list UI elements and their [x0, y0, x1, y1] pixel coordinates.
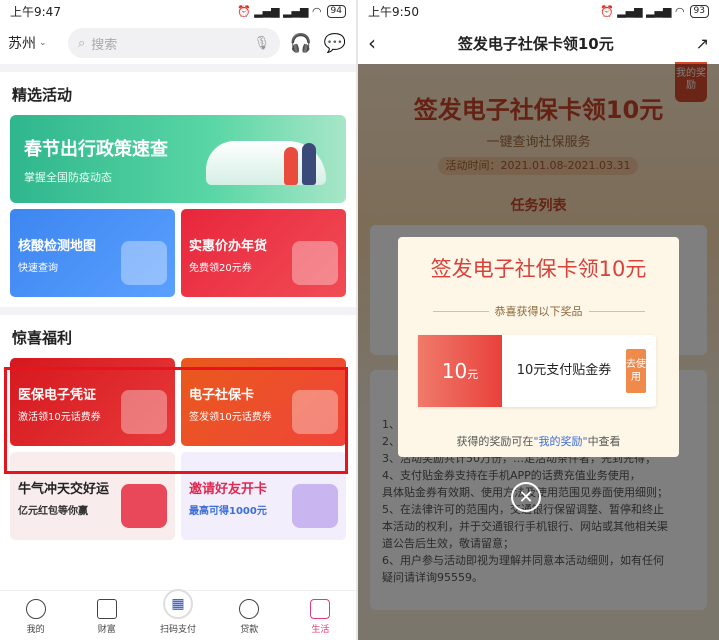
status-bar: 上午9:50 ⏰ ▂▄▆ ▂▄▆ ◠ 93	[358, 0, 719, 22]
chevron-down-icon: ⌄	[39, 38, 47, 48]
dialog-footer: 获得的奖励可在"我的奖励"中查看	[398, 433, 679, 449]
coupon-amount: 10 元	[418, 335, 502, 407]
tab-mine[interactable]: 我的	[0, 591, 71, 640]
use-coupon-button[interactable]: 去使用	[626, 349, 646, 393]
search-icon: ⌕	[78, 35, 86, 51]
reward-dialog: 签发电子社保卡领10元 恭喜获得以下奖品 10 元 10元支付贴金券 去使用 获…	[398, 237, 679, 457]
bottom-tab-bar: 我的 财富 ▦ 扫码支付 贷款 生活	[0, 589, 356, 640]
city-name: 苏州	[8, 36, 36, 52]
bag-icon	[310, 599, 331, 619]
featured-cards: 核酸检测地图 快速查询 实惠价办年货 免费领20元券	[10, 209, 346, 297]
highlight-box	[4, 367, 348, 474]
status-time: 上午9:47	[10, 4, 61, 19]
gift-icon	[292, 241, 338, 285]
tab-label: 我的	[26, 625, 45, 635]
status-icons: ⏰ ▂▄▆ ▂▄▆ ◠ 94	[237, 4, 346, 18]
section-title: 精选活动	[12, 86, 73, 104]
coupon-value: 10	[441, 359, 468, 383]
close-icon[interactable]: ✕	[511, 482, 541, 512]
divider-line	[588, 310, 645, 312]
status-icons: ⏰ ▂▄▆ ▂▄▆ ◠ 93	[600, 4, 709, 18]
battery-icon: 94	[326, 4, 346, 18]
status-bar: 上午9:47 ⏰ ▂▄▆ ▂▄▆ ◠ 94	[0, 0, 356, 22]
coupon-card: 10 元 10元支付贴金券 去使用	[418, 335, 656, 407]
back-icon[interactable]: ‹	[368, 31, 376, 55]
wallet-icon	[96, 599, 117, 619]
tab-scan-pay[interactable]: ▦ 扫码支付	[142, 589, 213, 640]
message-icon[interactable]: 💬	[322, 30, 348, 56]
spring-travel-banner[interactable]: 春节出行政策速查 掌握全国防疫动态	[10, 115, 346, 203]
person-illustration	[302, 143, 316, 185]
dialog-subtitle: 恭喜获得以下奖品	[494, 305, 583, 318]
divider-line	[432, 310, 489, 312]
card-icon	[292, 484, 338, 528]
new-year-shopping-card[interactable]: 实惠价办年货 免费领20元券	[181, 209, 346, 297]
tab-label: 财富	[97, 625, 116, 635]
yen-icon	[239, 599, 260, 619]
dialog-subtitle-row: 恭喜获得以下奖品	[398, 303, 679, 319]
tab-loan[interactable]: 贷款	[214, 591, 285, 640]
status-time: 上午9:50	[368, 4, 419, 19]
featured-section: 精选活动 春节出行政策速查 掌握全国防疫动态 核酸检测地图 快速查询 实惠价办年…	[0, 72, 356, 307]
tab-label: 贷款	[240, 625, 259, 635]
section-title: 惊喜福利	[12, 329, 73, 347]
qr-icon: ▦	[163, 589, 193, 619]
person-illustration	[121, 484, 167, 528]
tab-label: 扫码支付	[160, 625, 197, 635]
nucleic-test-map-card[interactable]: 核酸检测地图 快速查询	[10, 209, 175, 297]
dialog-title: 签发电子社保卡领10元	[430, 257, 647, 281]
mic-icon[interactable]: 🎙	[253, 36, 270, 51]
page-title: 签发电子社保卡领10元	[457, 34, 614, 53]
tab-wealth[interactable]: 财富	[71, 591, 142, 640]
battery-icon: 93	[689, 4, 709, 18]
tab-label: 生活	[311, 625, 330, 635]
share-icon[interactable]: ↗	[696, 34, 709, 53]
footer-text: 中查看	[587, 435, 621, 448]
activity-screen: 上午9:50 ⏰ ▂▄▆ ▂▄▆ ◠ 93 ‹ 签发电子社保卡领10元 ↗ 签发…	[358, 0, 719, 640]
city-selector[interactable]: 苏州 ⌄	[8, 33, 60, 53]
smile-icon	[25, 599, 46, 619]
coupon-description: 10元支付贴金券	[516, 363, 612, 378]
signal-icon: ⏰ ▂▄▆ ▂▄▆ ◠	[237, 4, 322, 18]
signal-icon: ⏰ ▂▄▆ ▂▄▆ ◠	[600, 4, 685, 18]
search-placeholder: 搜索	[91, 37, 118, 53]
top-header: 苏州 ⌄ ⌕ 搜索 🎙 🎧 💬	[0, 22, 356, 64]
tab-life[interactable]: 生活	[285, 591, 356, 640]
my-prize-link[interactable]: "我的奖励"	[533, 435, 587, 448]
person-illustration	[284, 147, 298, 185]
home-screen: 上午9:47 ⏰ ▂▄▆ ▂▄▆ ◠ 94 苏州 ⌄ ⌕ 搜索 🎙 🎧 💬 精选…	[0, 0, 356, 640]
footer-text: 获得的奖励可在	[456, 435, 534, 448]
map-icon	[121, 241, 167, 285]
headset-icon[interactable]: 🎧	[288, 30, 314, 56]
page-header: ‹ 签发电子社保卡领10元 ↗	[358, 22, 719, 64]
coupon-unit: 元	[467, 368, 479, 381]
search-input[interactable]: ⌕ 搜索 🎙	[68, 28, 280, 58]
